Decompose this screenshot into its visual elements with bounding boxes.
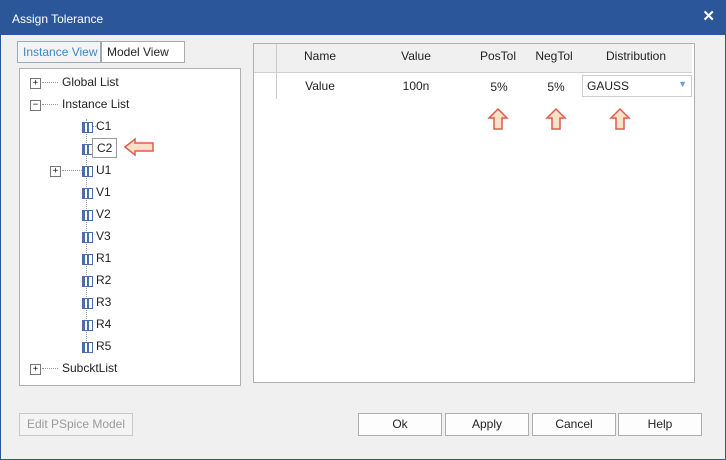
component-icon bbox=[82, 232, 93, 243]
tree-connector bbox=[42, 368, 58, 369]
column-header-distribution[interactable]: Distribution bbox=[594, 49, 678, 63]
tree-item-label: V1 bbox=[96, 185, 111, 199]
cell-negtol[interactable]: 5% bbox=[531, 80, 581, 94]
expand-icon[interactable]: + bbox=[30, 78, 41, 89]
callout-arrow-up-icon bbox=[545, 107, 567, 130]
component-icon bbox=[82, 122, 93, 133]
table-row[interactable]: Value 100n 5% 5% GAUSS ▼ bbox=[254, 73, 692, 100]
close-icon[interactable]: ✕ bbox=[702, 7, 715, 25]
tree-label-subckt-list: SubcktList bbox=[62, 361, 118, 375]
cell-postol[interactable]: 5% bbox=[474, 80, 524, 94]
component-icon bbox=[82, 320, 93, 331]
tree-item-label: V3 bbox=[96, 229, 111, 243]
distribution-value: GAUSS bbox=[587, 79, 630, 93]
component-icon bbox=[82, 298, 93, 309]
title-bar: Assign Tolerance ✕ bbox=[1, 1, 725, 35]
column-header-negtol[interactable]: NegTol bbox=[524, 49, 584, 63]
tree-item-label: R4 bbox=[96, 317, 112, 331]
tree-item-label: R1 bbox=[96, 251, 112, 265]
chevron-down-icon[interactable]: ▼ bbox=[678, 79, 687, 89]
component-icon bbox=[82, 210, 93, 221]
tree-item-label: R5 bbox=[96, 339, 112, 353]
cancel-button[interactable]: Cancel bbox=[532, 413, 616, 436]
tolerance-grid: Name Value PosTol NegTol Distribution Va… bbox=[253, 43, 695, 383]
tree-item-label: U1 bbox=[96, 163, 112, 177]
column-header-value[interactable]: Value bbox=[386, 49, 446, 63]
tree-item-label: V2 bbox=[96, 207, 111, 221]
component-icon bbox=[82, 188, 93, 199]
row-selector[interactable] bbox=[256, 73, 277, 99]
tree-item-label: R2 bbox=[96, 273, 112, 287]
callout-arrow-up-icon bbox=[609, 107, 631, 130]
component-icon bbox=[82, 166, 93, 177]
window-title: Assign Tolerance bbox=[12, 12, 104, 26]
tree-item-label: C1 bbox=[96, 119, 112, 133]
tab-model-view[interactable]: Model View bbox=[101, 41, 185, 63]
edit-pspice-model-button[interactable]: Edit PSpice Model bbox=[19, 413, 133, 436]
tree-connector bbox=[42, 82, 58, 83]
cell-name[interactable]: Value bbox=[290, 79, 350, 93]
distribution-dropdown[interactable]: GAUSS ▼ bbox=[582, 75, 692, 97]
ok-button[interactable]: Ok bbox=[358, 413, 442, 436]
component-icon bbox=[82, 342, 93, 353]
expand-icon[interactable]: + bbox=[30, 364, 41, 375]
expand-icon[interactable]: + bbox=[50, 166, 61, 177]
cell-value[interactable]: 100n bbox=[386, 79, 446, 93]
component-icon bbox=[82, 276, 93, 287]
column-header-postol[interactable]: PosTol bbox=[468, 49, 528, 63]
tree-item-label: R3 bbox=[96, 295, 112, 309]
column-header-name[interactable]: Name bbox=[290, 49, 350, 63]
header-corner bbox=[256, 44, 277, 72]
instance-tree: + Global List − Instance List C1 C2 + U1 bbox=[19, 68, 241, 386]
callout-arrow-up-icon bbox=[487, 107, 509, 130]
tab-instance-view[interactable]: Instance View bbox=[17, 41, 101, 63]
assign-tolerance-dialog: Assign Tolerance ✕ Instance View Model V… bbox=[0, 0, 726, 460]
callout-arrow-left-icon bbox=[123, 137, 154, 157]
tree-item-label-selected: C2 bbox=[92, 138, 118, 158]
grid-header: Name Value PosTol NegTol Distribution bbox=[254, 44, 692, 73]
component-icon bbox=[82, 254, 93, 265]
tree-label-instance-list: Instance List bbox=[62, 97, 130, 111]
tree-connector bbox=[62, 170, 82, 171]
help-button[interactable]: Help bbox=[618, 413, 702, 436]
tree-label-global-list: Global List bbox=[62, 75, 119, 89]
apply-button[interactable]: Apply bbox=[445, 413, 529, 436]
tree-connector bbox=[42, 104, 58, 105]
collapse-icon[interactable]: − bbox=[30, 100, 41, 111]
